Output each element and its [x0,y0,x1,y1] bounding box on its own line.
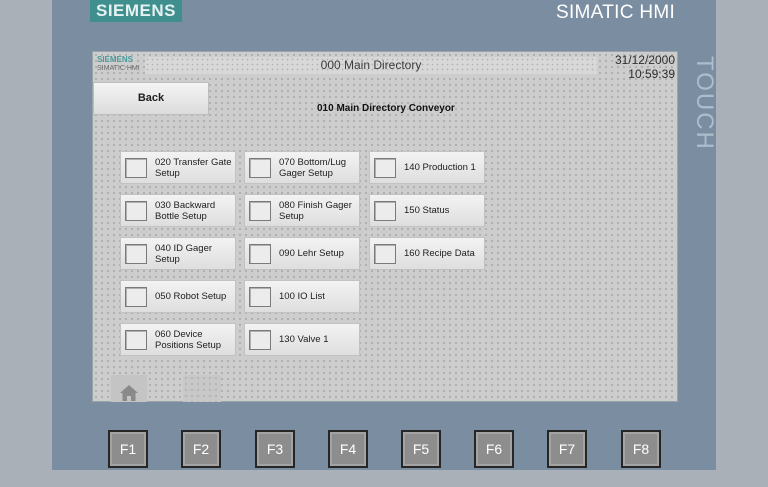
menu-button-indicator [249,200,271,221]
menu-button-020[interactable]: 020 Transfer Gate Setup [120,151,236,184]
menu-button-label: 050 Robot Setup [155,291,227,302]
f3-key[interactable]: F3 [255,430,295,468]
menu-button-label: 060 Device Positions Setup [155,328,222,351]
menu-button-label: 130 Valve 1 [279,334,329,345]
menu-button-indicator [125,286,147,307]
menu-button-100[interactable]: 100 IO List [244,280,360,313]
menu-button-indicator [249,243,271,264]
f7-key[interactable]: F7 [547,430,587,468]
home-icon [120,385,138,401]
menu-button-indicator [125,157,147,178]
screen-logo-text: SIEMENS [97,55,134,64]
f8-key[interactable]: F8 [621,430,661,468]
menu-button-indicator [249,329,271,350]
menu-button-indicator [374,200,396,221]
menu-button-indicator [249,286,271,307]
menu-button-150[interactable]: 150 Status [369,194,485,227]
menu-button-080[interactable]: 080 Finish Gager Setup [244,194,360,227]
menu-button-label: 100 IO List [279,291,325,302]
home-button[interactable] [111,375,147,402]
f1-key[interactable]: F1 [108,430,148,468]
f5-key[interactable]: F5 [401,430,441,468]
menu-button-label: 080 Finish Gager Setup [279,199,352,222]
nav-tab-2[interactable] [183,375,221,402]
menu-button-label: 150 Status [404,205,450,216]
menu-button-070[interactable]: 070 Bottom/Lug Gager Setup [244,151,360,184]
time-text: 10:59:39 [628,67,675,81]
menu-button-label: 140 Production 1 [404,162,476,173]
menu-button-050[interactable]: 050 Robot Setup [120,280,236,313]
menu-button-130[interactable]: 130 Valve 1 [244,323,360,356]
screen-logo: SIEMENS SIMATIC HMI [97,55,140,73]
menu-button-label: 070 Bottom/Lug Gager Setup [279,156,347,179]
page-subtitle: 010 Main Directory Conveyor [317,103,455,114]
f6-key[interactable]: F6 [474,430,514,468]
menu-button-label: 030 Backward Bottle Setup [155,199,216,222]
touch-label: TOUCH [691,56,718,151]
menu-button-indicator [125,329,147,350]
menu-button-040[interactable]: 040 ID Gager Setup [120,237,236,270]
menu-button-indicator [374,157,396,178]
screen-logo-sub: SIMATIC HMI [97,65,140,72]
menu-button-060[interactable]: 060 Device Positions Setup [120,323,236,356]
brand-logo: SIEMENS [90,0,183,22]
f4-key[interactable]: F4 [328,430,368,468]
menu-button-160[interactable]: 160 Recipe Data [369,237,485,270]
back-button[interactable]: Back [93,82,209,115]
menu-button-140[interactable]: 140 Production 1 [369,151,485,184]
datetime-display: 31/12/2000 10:59:39 [615,53,675,81]
menu-button-label: 040 ID Gager Setup [155,242,213,265]
menu-button-label: 160 Recipe Data [404,248,475,259]
menu-button-indicator [125,243,147,264]
menu-button-030[interactable]: 030 Backward Bottle Setup [120,194,236,227]
menu-button-label: 090 Lehr Setup [279,248,344,259]
menu-button-indicator [249,157,271,178]
menu-button-indicator [374,243,396,264]
f2-key[interactable]: F2 [181,430,221,468]
menu-button-label: 020 Transfer Gate Setup [155,156,232,179]
hmi-screen: SIEMENS SIMATIC HMI 000 Main Directory 3… [92,51,678,402]
screen-title: 000 Main Directory [145,57,597,74]
menu-button-indicator [125,200,147,221]
date-text: 31/12/2000 [614,53,675,67]
menu-button-090[interactable]: 090 Lehr Setup [244,237,360,270]
product-name: SIMATIC HMI [556,2,676,23]
